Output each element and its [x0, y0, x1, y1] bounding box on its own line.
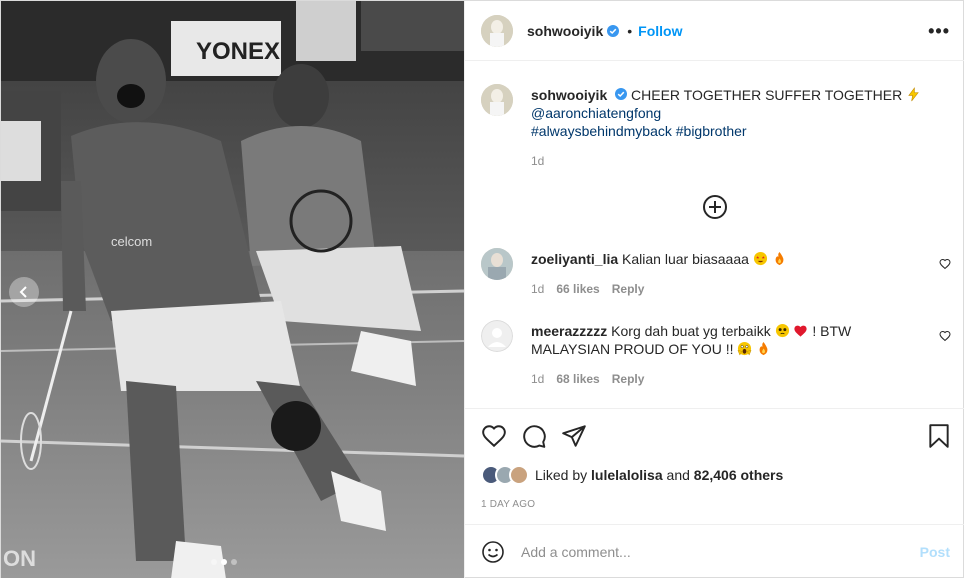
- likes-count-link[interactable]: 82,406 others: [694, 467, 784, 483]
- comment-text: Kalian luar biasaaaa: [622, 251, 749, 267]
- verified-badge-icon: [607, 24, 620, 37]
- fire-emoji-icon: [775, 251, 784, 266]
- share-icon[interactable]: [561, 423, 587, 449]
- comment-reply-button[interactable]: Reply: [612, 280, 645, 298]
- comment-likes[interactable]: 68 likes: [556, 370, 599, 388]
- liker-avatar[interactable]: [509, 465, 529, 485]
- author-username[interactable]: sohwooiyik: [527, 23, 603, 39]
- more-options-button[interactable]: •••: [928, 21, 950, 42]
- comment-username[interactable]: zoeliyanti_lia: [531, 251, 618, 267]
- caption-text: CHEER TOGETHER SUFFER TOGETHER: [631, 87, 903, 103]
- post-actions: Liked by lulelalolisa and 82,406 others …: [465, 408, 964, 533]
- caption-timestamp[interactable]: 1d: [531, 152, 951, 170]
- likes-and: and: [666, 467, 690, 483]
- star-struck-emoji-icon: [753, 251, 767, 266]
- carousel-dot: [231, 559, 237, 565]
- caption-username[interactable]: sohwooiyik: [531, 87, 607, 103]
- caption-text-block: sohwooiyik CHEER TOGETHER SUFFER TOGETHE…: [531, 86, 951, 170]
- bookmark-icon[interactable]: [926, 423, 952, 449]
- commenter-avatar[interactable]: [481, 248, 513, 280]
- likes-text: Liked by lulelalolisa and 82,406 others: [535, 467, 783, 483]
- comments-section: sohwooiyik CHEER TOGETHER SUFFER TOGETHE…: [465, 62, 964, 407]
- likes-prefix: Liked by: [535, 467, 588, 483]
- carousel-dot: [211, 559, 217, 565]
- hashtag-link[interactable]: #alwaysbehindmyback: [531, 123, 672, 139]
- likes-summary: Liked by lulelalolisa and 82,406 others: [481, 465, 783, 485]
- post-sidebar: sohwooiyik • Follow ••• sohwooiyik CHEER…: [464, 1, 964, 578]
- carousel-dots: [211, 559, 237, 565]
- avatar-image: [481, 84, 513, 116]
- post-header: sohwooiyik • Follow •••: [465, 1, 964, 61]
- comment-input[interactable]: [521, 544, 901, 560]
- liker-username[interactable]: lulelalolisa: [591, 467, 663, 483]
- comment-text: MALAYSIAN PROUD OF YOU !!: [531, 341, 734, 357]
- default-avatar-image: [481, 320, 513, 352]
- add-comment-bar: Post: [465, 524, 964, 578]
- photo-brand-text: YONEX: [196, 38, 280, 65]
- post-photo[interactable]: YONEX celcom ON: [1, 1, 464, 578]
- comment-text: ! BTW: [812, 323, 852, 339]
- post-comment-button[interactable]: Post: [920, 544, 950, 560]
- header-separator: •: [627, 22, 633, 39]
- verified-badge-icon: [615, 88, 628, 100]
- caption-avatar[interactable]: [481, 84, 513, 116]
- comment-meta: 1d 68 likes Reply: [531, 370, 911, 388]
- carousel-prev-button[interactable]: [9, 277, 39, 307]
- avatar-image: [481, 14, 513, 47]
- comment-reply-button[interactable]: Reply: [612, 370, 645, 388]
- jersey-sponsor-text: celcom: [111, 234, 152, 249]
- comment-icon[interactable]: [521, 423, 547, 449]
- follow-button[interactable]: Follow: [638, 23, 682, 39]
- comment-text: Korg dah buat yg terbaikk: [611, 323, 771, 339]
- lightning-emoji-icon: [908, 87, 919, 102]
- smile-icon[interactable]: [481, 540, 505, 564]
- heart-icon[interactable]: [481, 423, 507, 449]
- comment-meta: 1d 66 likes Reply: [531, 280, 911, 298]
- red-heart-emoji-icon: [794, 325, 808, 337]
- heart-icon[interactable]: [939, 330, 951, 342]
- caption-mention-link[interactable]: @aaronchiatengfong: [531, 104, 951, 122]
- comment-time[interactable]: 1d: [531, 370, 544, 388]
- instagram-post: YONEX celcom ON sohwooiyik • Follow ••• …: [0, 0, 964, 578]
- comment-body: zoeliyanti_lia Kalian luar biasaaaa 1d 6…: [531, 250, 911, 298]
- photo-corner-text: ON: [3, 546, 36, 571]
- badminton-photo: YONEX celcom ON: [1, 1, 464, 578]
- hashtag-link[interactable]: #bigbrother: [676, 123, 747, 139]
- chevron-left-icon: [19, 286, 27, 298]
- author-avatar[interactable]: [481, 14, 513, 47]
- carousel-dot-active: [221, 559, 227, 565]
- comment-body: meerazzzzz Korg dah buat yg terbaikk ! B…: [531, 322, 911, 388]
- comment-username[interactable]: meerazzzzz: [531, 323, 607, 339]
- heart-icon[interactable]: [939, 258, 951, 270]
- plus-circle-icon[interactable]: [702, 194, 728, 220]
- commenter-avatar[interactable]: [481, 320, 513, 352]
- post-date[interactable]: 1 DAY AGO: [481, 499, 535, 510]
- pleading-face-emoji-icon: [775, 323, 789, 338]
- avatar-image: [481, 248, 513, 280]
- comment-likes[interactable]: 66 likes: [556, 280, 599, 298]
- comment-time[interactable]: 1d: [531, 280, 544, 298]
- caption-hashtags: #alwaysbehindmyback #bigbrother: [531, 123, 747, 139]
- screaming-face-emoji-icon: [737, 341, 752, 356]
- fire-emoji-icon: [759, 341, 768, 356]
